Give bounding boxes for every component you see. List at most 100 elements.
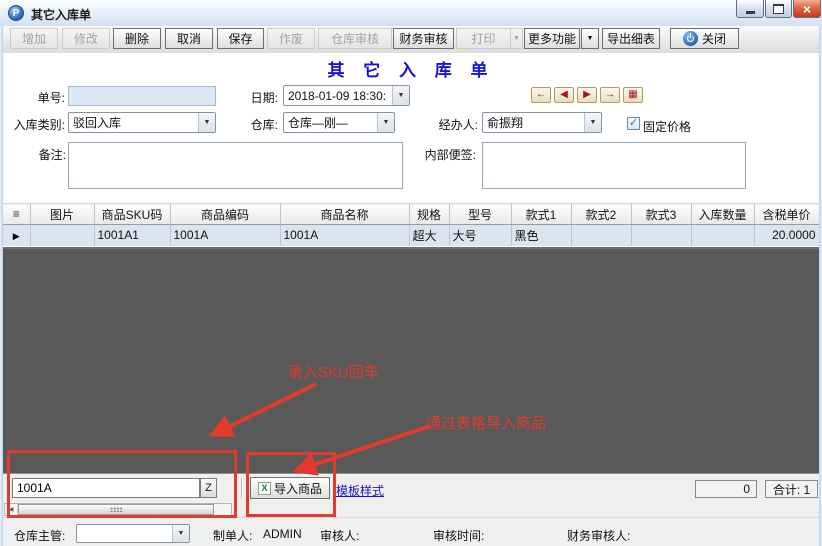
chevron-down-icon: ▼ [513, 35, 520, 42]
export-detail-button[interactable]: 导出细表 [602, 28, 660, 49]
cell-name[interactable]: 1001A [280, 225, 409, 246]
nav-first-button[interactable]: ← [531, 87, 551, 103]
category-value: 驳回入库 [69, 114, 198, 131]
window-title: 其它入库单 [31, 6, 91, 23]
print-dropdown-button[interactable]: ▼ [510, 28, 523, 49]
close-icon: × [803, 2, 811, 16]
toolbar: 增加 修改 删除 取消 保存 作废 仓库审核 财务审核 打印 ▼ 更多功能 ▼ … [1, 26, 821, 54]
date-value: 2018-01-09 18:30: [284, 89, 392, 103]
cell-qty[interactable] [691, 225, 754, 246]
chevron-down-icon[interactable]: ▼ [392, 86, 409, 105]
category-label: 入库类别: [3, 116, 65, 133]
delete-button[interactable]: 删除 [113, 28, 161, 49]
col-sku[interactable]: 商品SKU码 [94, 204, 170, 225]
separator [241, 478, 243, 498]
close-window-button[interactable]: × [793, 0, 821, 18]
col-price[interactable]: 含税单价 [754, 204, 819, 225]
count-box: 0 [695, 480, 757, 498]
nav-browse-button[interactable]: ▦ [623, 87, 643, 103]
fixed-price-checkbox[interactable] [627, 117, 640, 130]
cell-style1[interactable]: 黑色 [511, 225, 571, 246]
order-no-label: 单号: [6, 89, 65, 106]
cell-model[interactable]: 大号 [449, 225, 511, 246]
annotation-box-import-button [246, 452, 336, 517]
chevron-down-icon: ▼ [587, 35, 594, 42]
col-style3[interactable]: 款式3 [631, 204, 691, 225]
cell-price[interactable]: 20.0000 [754, 225, 819, 246]
handler-label: 经办人: [426, 116, 478, 133]
cancel-button[interactable]: 取消 [165, 28, 213, 49]
selector-lines-icon: ≡ [13, 207, 20, 221]
order-no-input[interactable] [68, 86, 216, 106]
document-title: 其 它 入 库 单 [0, 56, 822, 81]
nav-prev-button[interactable]: ◀ [554, 87, 574, 103]
minimize-button[interactable] [736, 0, 764, 18]
chevron-down-icon[interactable]: ▼ [172, 525, 189, 542]
more-functions-button[interactable]: 更多功能 [524, 28, 580, 49]
grid-header-row: ≡ 图片 商品SKU码 商品编码 商品名称 规格 型号 款式1 款式2 款式3 … [3, 204, 819, 225]
cell-code[interactable]: 1001A [170, 225, 280, 246]
template-style-link[interactable]: 模板样式 [336, 482, 384, 499]
window-frame-left [0, 26, 3, 546]
date-picker[interactable]: 2018-01-09 18:30: ▼ [283, 85, 410, 106]
category-select[interactable]: 驳回入库 ▼ [68, 112, 216, 133]
cell-spec[interactable]: 超大 [409, 225, 449, 246]
modify-button[interactable]: 修改 [62, 28, 110, 49]
internal-note-label: 内部便签: [412, 146, 476, 163]
annotation-sku-note: 录入SKU回车 [288, 361, 379, 382]
total-box: 合计: 1 [765, 480, 818, 498]
cell-sku[interactable]: 1001A1 [94, 225, 170, 246]
financial-auditor-label: 财务审核人: [567, 527, 630, 544]
handler-select[interactable]: 俞振翔 ▼ [482, 112, 602, 133]
handler-value: 俞振翔 [483, 114, 584, 131]
annotation-box-sku-input [7, 450, 237, 518]
internal-note-field[interactable] [482, 142, 746, 189]
minimize-icon [746, 11, 755, 14]
warehouse-value: 仓库—刚— [284, 114, 377, 131]
items-grid: ≡ 图片 商品SKU码 商品编码 商品名称 规格 型号 款式1 款式2 款式3 … [3, 203, 820, 246]
annotation-import-note: 通过表格导入商品 [426, 412, 546, 433]
print-button[interactable]: 打印 [456, 28, 511, 49]
supervisor-label: 仓库主管: [14, 527, 65, 544]
more-functions-dropdown-button[interactable]: ▼ [581, 28, 599, 49]
restore-button[interactable] [765, 0, 792, 18]
table-row[interactable]: ▶ 1001A1 1001A 1001A 超大 大号 黑色 20.0000 [3, 225, 819, 246]
chevron-down-icon[interactable]: ▼ [377, 113, 394, 132]
void-button[interactable]: 作废 [267, 28, 315, 49]
supervisor-select[interactable]: ▼ [76, 524, 190, 543]
cell-style2[interactable] [571, 225, 631, 246]
cell-picture[interactable] [30, 225, 94, 246]
power-icon [683, 31, 698, 46]
col-spec[interactable]: 规格 [409, 204, 449, 225]
fixed-price-label: 固定价格 [643, 118, 691, 135]
col-model[interactable]: 型号 [449, 204, 511, 225]
cell-style3[interactable] [631, 225, 691, 246]
app-icon: P [8, 5, 24, 21]
nav-last-button[interactable]: → [600, 87, 620, 103]
financial-audit-button[interactable]: 财务审核 [393, 28, 454, 49]
row-selector-header: ≡ [3, 204, 30, 225]
date-label: 日期: [240, 89, 278, 106]
app-window: P 其它入库单 × 增加 修改 删除 取消 保存 作废 仓库审核 财务审核 打印… [0, 0, 822, 546]
creator-label: 制单人: [213, 527, 252, 544]
chevron-down-icon[interactable]: ▼ [198, 113, 215, 132]
remarks-field[interactable] [68, 142, 403, 189]
statusbar: 仓库主管: ▼ 制单人: ADMIN 审核人: 审核时间: 财务审核人: [0, 517, 822, 546]
warehouse-label: 仓库: [244, 116, 278, 133]
warehouse-audit-button[interactable]: 仓库审核 [318, 28, 392, 49]
add-button[interactable]: 增加 [10, 28, 58, 49]
col-name[interactable]: 商品名称 [280, 204, 409, 225]
save-button[interactable]: 保存 [217, 28, 264, 49]
auditor-label: 审核人: [320, 527, 359, 544]
warehouse-select[interactable]: 仓库—刚— ▼ [283, 112, 395, 133]
col-style2[interactable]: 款式2 [571, 204, 631, 225]
close-form-button[interactable]: 关闭 [670, 28, 739, 49]
col-picture[interactable]: 图片 [30, 204, 94, 225]
col-code[interactable]: 商品编码 [170, 204, 280, 225]
col-style1[interactable]: 款式1 [511, 204, 571, 225]
col-qty[interactable]: 入库数量 [691, 204, 754, 225]
creator-value: ADMIN [263, 527, 302, 541]
chevron-down-icon[interactable]: ▼ [584, 113, 601, 132]
nav-next-button[interactable]: ▶ [577, 87, 597, 103]
close-form-label: 关闭 [702, 30, 726, 47]
